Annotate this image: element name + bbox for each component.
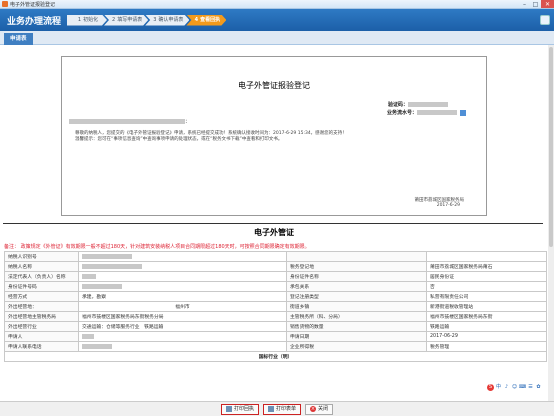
divider — [3, 223, 543, 224]
main-content: 电子外管证报验登记 验证码： 业务流水号： ： 尊敬的纳税人，您提交的《电子外管… — [0, 45, 548, 401]
checkcode-row: 验证码： — [388, 101, 448, 108]
maximize-icon[interactable]: □ — [530, 0, 541, 8]
copy-icon[interactable] — [460, 109, 466, 116]
close-button[interactable]: × 关闭 — [305, 403, 334, 415]
close-icon[interactable]: ✕ — [541, 0, 554, 8]
table-row: 外出经营行业 交通运输：仓储等服务行业 铁路运输 销售货物的数量 铁路运输 — [4, 321, 547, 332]
table-row: 经营方式 承建，勘察 登记注册类型 私营有限责任公司 — [4, 291, 547, 302]
table-row: 身份证件号码 承包关系 否 — [4, 281, 547, 292]
window-titlebar: 电子外管证报验登记 – □ ✕ — [0, 0, 554, 9]
notice-title: 电子外管证报验登记 — [238, 81, 310, 90]
table-row: 申请人 申请日期 2017-06-29 — [4, 331, 547, 342]
sogou-ime-icon[interactable]: S 中 ♪ ☺ ⌨ ☰ ✿ — [487, 384, 542, 391]
print-icon — [267, 406, 274, 412]
receipt-notice: 电子外管证报验登记 验证码： 业务流水号： ： 尊敬的纳税人，您提交的《电子外管… — [61, 56, 487, 216]
step-2: 2 填写申请表 — [104, 15, 148, 26]
step-3: 3 确认申请表 — [145, 15, 189, 26]
app-icon — [2, 1, 8, 7]
serial-row: 业务流水号： — [387, 109, 466, 116]
table-row: 法定代表人（负责人）名称 身份证件名称 居民身份证 — [4, 271, 547, 282]
close-icon: × — [310, 406, 316, 412]
print-icon — [225, 406, 232, 412]
bottom-toolbar: 打印回执 打印表单 × 关闭 — [0, 401, 554, 416]
step-4-active: 4 查看回执 — [186, 15, 226, 26]
step-1: 1 初始化 — [67, 15, 107, 26]
notice-paragraph-2: 温馨提示：您可在“事项信息查询”中查询事项申请的处理状态，或在“税务文书下载”中… — [75, 137, 283, 142]
certificate-table: 纳税人识别号 纳税人名称 税务登记地 莆田市荔城区国家税务局莆石 法定代表人（负… — [4, 251, 547, 362]
table-section-row: 国标行业（明） — [4, 351, 547, 362]
table-row: 纳税人识别号 — [4, 251, 547, 262]
vertical-scrollbar[interactable] — [548, 45, 554, 401]
minimize-icon[interactable]: – — [519, 0, 530, 8]
step-indicator: 1 初始化 2 填写申请表 3 确认申请表 4 查看回执 — [67, 15, 223, 26]
copy-icon[interactable] — [540, 15, 550, 25]
process-header: 业务办理流程 1 初始化 2 填写申请表 3 确认申请表 4 查看回执 — [0, 9, 554, 31]
certificate-title: 电子外管证 — [254, 228, 294, 237]
tab-application-form[interactable]: 申请表 — [4, 33, 33, 45]
print-receipt-button[interactable]: 打印回执 — [220, 403, 259, 415]
remark-text: 备注： 政策规定《外管证》有效期限一般不超过180天，针对建筑安装纳税人项目合同… — [4, 244, 310, 250]
table-row: 外出经营地： 福州市 街道乡镇 新港街道税收管理站 — [4, 301, 547, 312]
table-row: 纳税人名称 税务登记地 莆田市荔城区国家税务局莆石 — [4, 261, 547, 272]
table-row: 申请人联系电话 企业所得税 税务管理 — [4, 341, 547, 352]
tab-bar: 申请表 — [0, 31, 554, 45]
notice-date: 2017-6-29 — [436, 203, 460, 208]
scrollbar-thumb[interactable] — [549, 47, 553, 247]
salutation: ： — [69, 118, 190, 125]
window-title: 电子外管证报验登记 — [10, 1, 56, 8]
table-row: 外出经营地主管税务局 福州市鼓楼区国家税务局东街税务分局 主管税务所（科、分局）… — [4, 311, 547, 322]
print-form-button[interactable]: 打印表单 — [262, 403, 301, 415]
process-label: 业务办理流程 — [7, 16, 62, 27]
